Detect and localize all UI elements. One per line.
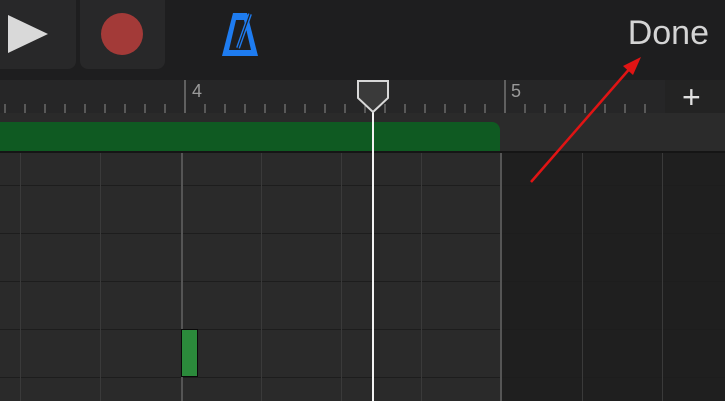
done-button[interactable]: Done bbox=[628, 14, 709, 53]
playhead-line[interactable] bbox=[372, 110, 374, 401]
playhead-icon[interactable] bbox=[356, 80, 390, 114]
control-bar: Done bbox=[0, 0, 725, 80]
piano-roll-grid[interactable] bbox=[0, 153, 725, 401]
record-icon bbox=[101, 13, 143, 55]
midi-region[interactable] bbox=[0, 122, 500, 153]
beat-line bbox=[582, 153, 583, 401]
timeline-ruler[interactable] bbox=[0, 80, 665, 113]
lane-line bbox=[0, 233, 725, 234]
midi-note[interactable] bbox=[181, 329, 198, 377]
beat-line bbox=[261, 153, 262, 401]
region-track-empty bbox=[500, 113, 725, 153]
lane-line bbox=[0, 185, 725, 186]
lane-line bbox=[0, 329, 725, 330]
metronome-icon[interactable] bbox=[216, 8, 264, 58]
beat-line bbox=[421, 153, 422, 401]
play-button[interactable] bbox=[0, 0, 76, 69]
lane-line bbox=[0, 377, 725, 378]
beat-line bbox=[20, 153, 21, 401]
plus-icon[interactable]: + bbox=[682, 81, 701, 113]
ruler-ticks bbox=[4, 80, 646, 113]
beat-line bbox=[662, 153, 663, 401]
lane-line bbox=[0, 281, 725, 282]
bar-number-4: 4 bbox=[192, 81, 203, 101]
play-icon bbox=[8, 15, 48, 53]
record-button[interactable] bbox=[80, 0, 165, 69]
bar-number-5: 5 bbox=[511, 81, 522, 101]
beat-line bbox=[100, 153, 101, 401]
bar-line bbox=[500, 153, 502, 401]
beat-line bbox=[341, 153, 342, 401]
grid-outside-region bbox=[501, 153, 725, 401]
